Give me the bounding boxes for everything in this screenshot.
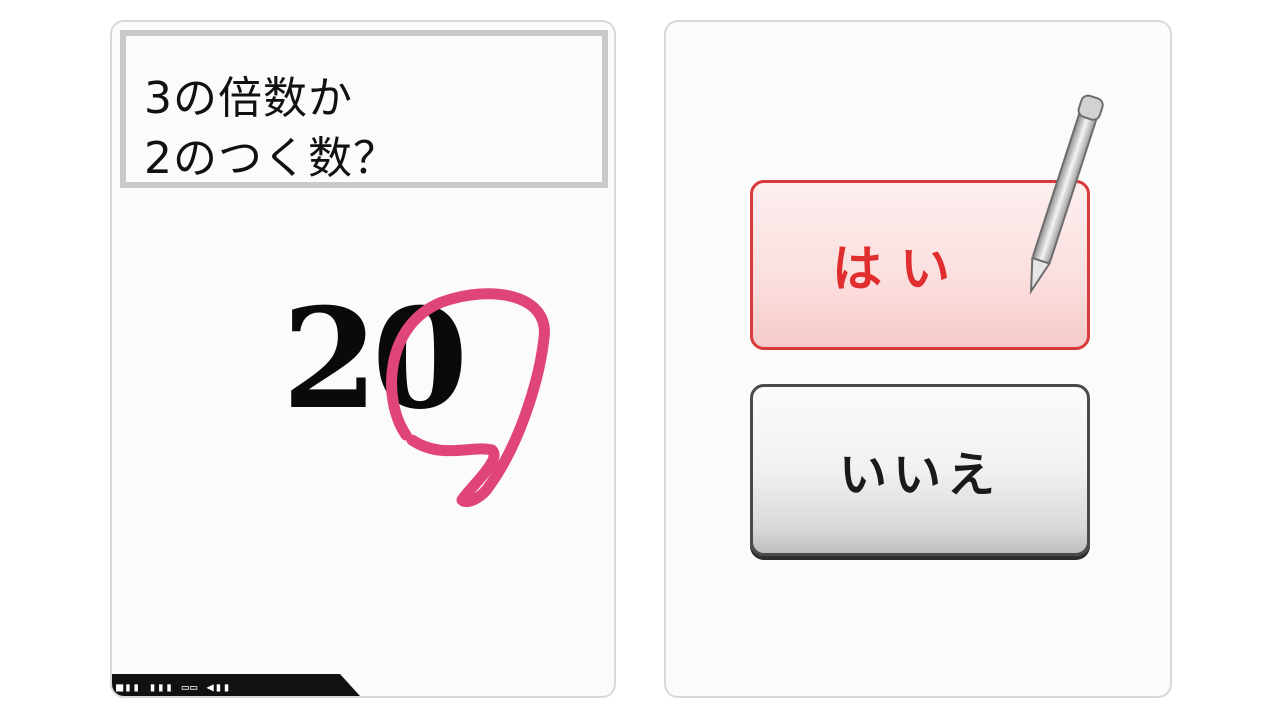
yes-button-label: はい [832,240,968,298]
handwritten-circle-icon [386,288,550,508]
status-indicators: ■▮▮ ▮▮▮ ▭▭ ◀▮▮ [116,680,232,694]
no-button[interactable]: いいえ [750,384,1090,556]
question-box: 3の倍数か 2のつく数？ [120,30,608,188]
question-line-1: 3の倍数か [144,73,353,124]
top-screen: 3の倍数か 2のつく数？ 20 ■▮▮ ▮▮▮ ▭▭ ◀▮▮ [110,20,616,698]
no-button-label: いいえ [838,447,1001,503]
stylus-icon [1029,94,1104,295]
touch-screen: はい いいえ [664,20,1172,698]
question-line-2: 2のつく数？ [144,133,398,184]
